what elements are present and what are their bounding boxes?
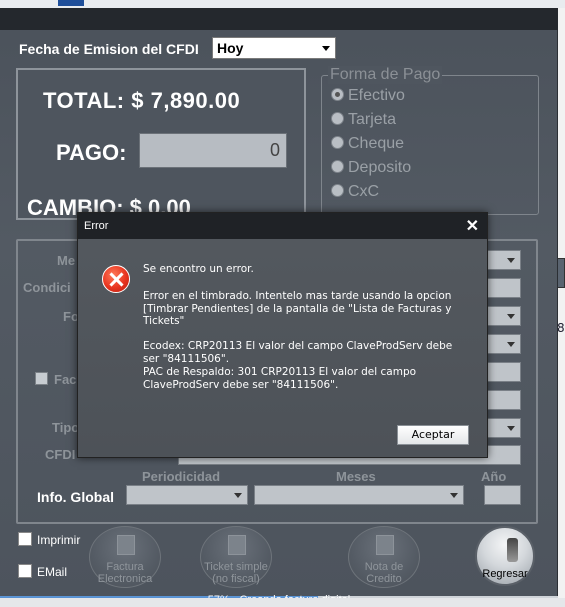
pago-label: PAGO: bbox=[56, 140, 127, 165]
receipt-icon bbox=[228, 535, 246, 555]
condiciones-label: Condici bbox=[23, 280, 71, 295]
factura-checkbox[interactable] bbox=[35, 372, 48, 385]
metodo-select[interactable] bbox=[487, 250, 521, 270]
meses-select[interactable] bbox=[254, 485, 464, 505]
aceptar-button[interactable]: Aceptar bbox=[397, 425, 469, 445]
forma-select[interactable] bbox=[487, 306, 521, 326]
window-titlebar bbox=[0, 8, 558, 30]
chevron-down-icon bbox=[507, 426, 515, 431]
anio-label: Año bbox=[481, 469, 507, 484]
error-dialog-titlebar: Error ✕ bbox=[78, 213, 487, 239]
radio-deposito-label: Deposito bbox=[348, 159, 412, 176]
nota-credito-button[interactable]: Nota de Credito bbox=[348, 526, 420, 588]
cfdi-label: CFDI bbox=[45, 447, 76, 462]
ticket-simple-button[interactable]: Ticket simple (no fiscal) bbox=[200, 526, 272, 588]
chevron-down-icon bbox=[322, 46, 330, 51]
factura-electronica-label: Factura Electronica bbox=[97, 561, 153, 585]
background-window-edge: 8 bbox=[557, 8, 565, 598]
radio-cxc-label: CxC bbox=[348, 183, 380, 200]
status-strip bbox=[0, 598, 565, 607]
periodicidad-select[interactable] bbox=[126, 485, 248, 505]
forma-pago-legend: Forma de Pago bbox=[328, 66, 443, 84]
error-icon bbox=[102, 265, 130, 293]
radio-icon bbox=[331, 136, 344, 149]
email-checkbox[interactable] bbox=[18, 564, 32, 578]
extra-input-1[interactable] bbox=[487, 362, 521, 382]
background-digit: 8 bbox=[557, 321, 565, 335]
total-label: TOTAL: bbox=[43, 88, 125, 113]
radio-cheque-label: Cheque bbox=[348, 135, 405, 152]
fecha-emision-label: Fecha de Emision del CFDI bbox=[19, 41, 199, 57]
error-message-pac: PAC de Respaldo: 301 CRP20113 El valor d… bbox=[143, 366, 417, 391]
radio-tarjeta[interactable]: Tarjeta bbox=[331, 111, 396, 129]
radio-selected-icon bbox=[331, 88, 344, 101]
error-message-summary: Se encontro un error. bbox=[143, 263, 254, 275]
regresar-button[interactable]: Regresar bbox=[475, 526, 535, 586]
pago-input[interactable]: 0 bbox=[139, 133, 287, 168]
fecha-emision-select[interactable]: Hoy bbox=[212, 37, 336, 59]
radio-efectivo[interactable]: Efectivo bbox=[331, 87, 405, 105]
meses-label: Meses bbox=[336, 469, 376, 484]
tipo-label: Tipo bbox=[52, 420, 80, 435]
imprimir-checkbox[interactable] bbox=[18, 532, 32, 546]
background-dropdown-edge bbox=[557, 258, 565, 288]
factura-check-label: Fac bbox=[54, 372, 77, 387]
radio-cheque[interactable]: Cheque bbox=[331, 135, 404, 153]
radio-cxc[interactable]: CxC bbox=[331, 183, 379, 201]
imprimir-label: Imprimir bbox=[37, 533, 81, 547]
error-dialog: Error ✕ Se encontro un error. Error en e… bbox=[77, 212, 488, 458]
metodo-label: Me bbox=[57, 253, 76, 268]
regresar-label: Regresar bbox=[482, 568, 528, 580]
periodicidad-label: Periodicidad bbox=[142, 469, 221, 484]
radio-deposito[interactable]: Deposito bbox=[331, 159, 411, 177]
back-icon bbox=[507, 538, 518, 562]
error-message-detail: Error en el timbrado. Intentelo mas tard… bbox=[143, 290, 452, 327]
desktop-top-strip bbox=[0, 0, 565, 8]
chevron-down-icon bbox=[507, 342, 515, 347]
credit-note-icon bbox=[376, 535, 394, 555]
error-dialog-title: Error bbox=[84, 220, 109, 232]
chevron-down-icon bbox=[507, 258, 515, 263]
tipo-select[interactable] bbox=[487, 334, 521, 354]
error-message-ecodex: Ecodex: CRP20113 El valor del campo Clav… bbox=[143, 340, 453, 365]
screen: 8 Fecha de Emision del CFDI Hoy TOTAL: $… bbox=[0, 0, 565, 607]
taskbar-chip bbox=[58, 0, 84, 6]
invoice-icon bbox=[117, 535, 135, 555]
nota-credito-label: Nota de Credito bbox=[364, 561, 404, 585]
total-line: TOTAL: $ 7,890.00 bbox=[43, 88, 240, 114]
close-icon[interactable]: ✕ bbox=[466, 216, 479, 236]
extra-input-2[interactable] bbox=[487, 390, 521, 410]
chevron-down-icon bbox=[450, 493, 458, 498]
radio-icon bbox=[331, 184, 344, 197]
totals-panel: TOTAL: $ 7,890.00 PAGO: 0 CAMBIO: $ 0.00 bbox=[16, 68, 306, 220]
forma-pago-group: Forma de Pago Efectivo Tarjeta Cheque De… bbox=[321, 66, 539, 215]
factura-electronica-button[interactable]: Factura Electronica bbox=[89, 526, 161, 588]
info-global-label: Info. Global bbox=[37, 489, 114, 505]
email-label: EMail bbox=[37, 565, 68, 579]
radio-icon bbox=[331, 112, 344, 125]
radio-icon bbox=[331, 160, 344, 173]
radio-efectivo-label: Efectivo bbox=[348, 87, 405, 104]
condiciones-input[interactable] bbox=[487, 278, 521, 298]
fecha-emision-value: Hoy bbox=[217, 40, 244, 56]
radio-tarjeta-label: Tarjeta bbox=[348, 111, 397, 128]
chevron-down-icon bbox=[507, 314, 515, 319]
uso-select[interactable] bbox=[487, 418, 521, 438]
chevron-down-icon bbox=[234, 493, 242, 498]
total-value: $ 7,890.00 bbox=[131, 88, 241, 113]
anio-input[interactable] bbox=[484, 485, 521, 505]
ticket-simple-label: Ticket simple (no fiscal) bbox=[204, 561, 268, 585]
